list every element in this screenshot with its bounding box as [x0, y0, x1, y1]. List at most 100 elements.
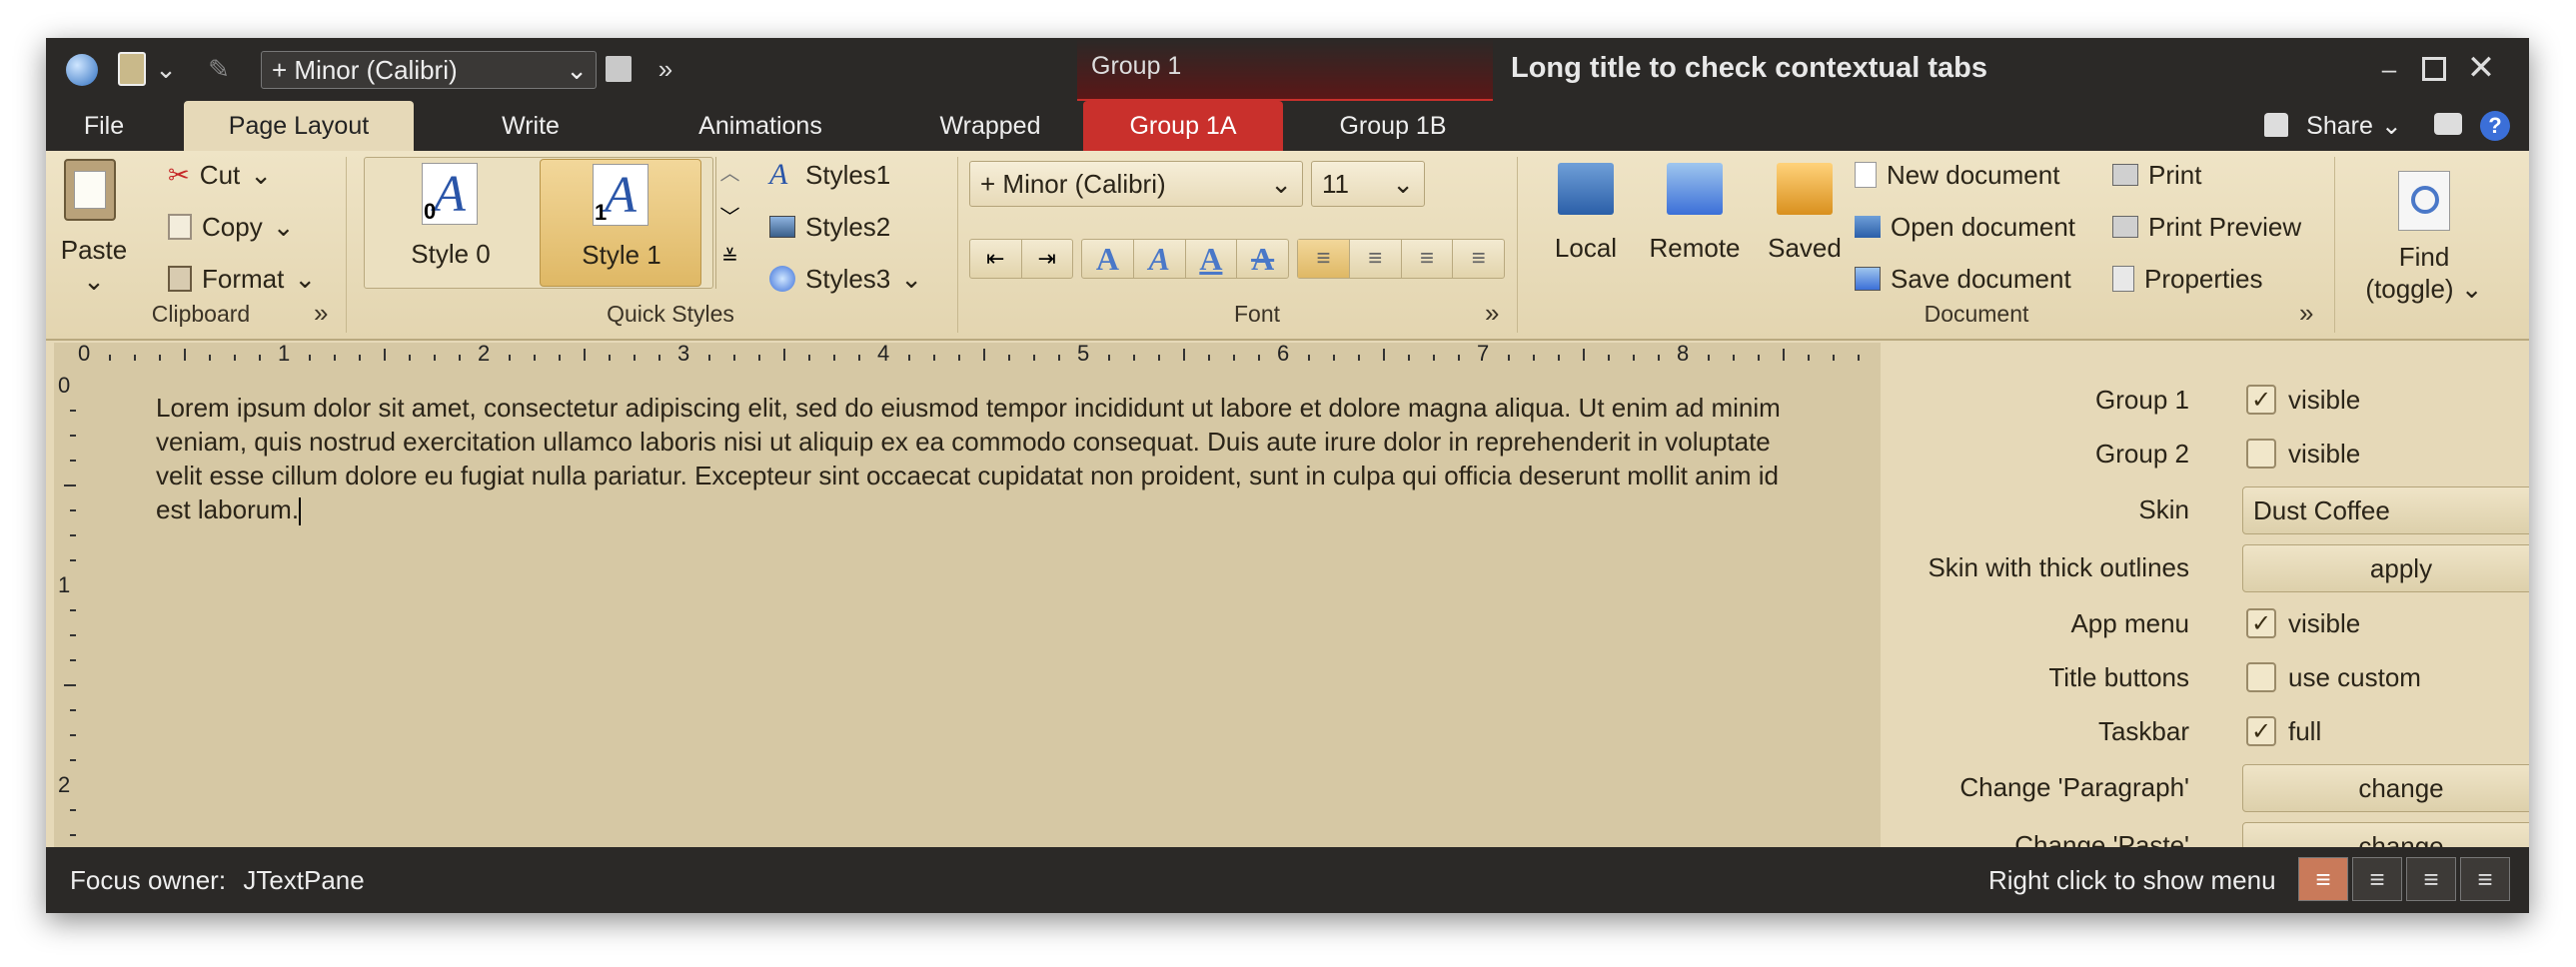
find-toggle-button[interactable]: Find (toggle) ⌄: [2344, 171, 2504, 331]
style-0-label: Style 0: [411, 239, 491, 269]
expand-icon[interactable]: »: [1485, 298, 1499, 329]
ruler-tick: [1058, 355, 1060, 361]
saved-button[interactable]: Saved: [1755, 159, 1855, 299]
properties-label: Properties: [2144, 263, 2263, 294]
italic-icon[interactable]: A: [1134, 240, 1186, 278]
styles2-button[interactable]: Styles2: [769, 209, 890, 245]
skin-select-value: Dust Coffee: [2253, 494, 2390, 525]
document-text[interactable]: Lorem ipsum dolor sit amet, consectetur …: [156, 391, 1795, 526]
open-document-button[interactable]: Open document: [1855, 209, 2075, 245]
context-group-header: Group 1: [1077, 38, 1493, 101]
close-icon[interactable]: ✕: [2464, 49, 2498, 87]
align-left-icon[interactable]: ≡: [2298, 857, 2348, 901]
scroll-down-icon[interactable]: ﹀: [716, 201, 743, 245]
tab-file[interactable]: File: [60, 101, 148, 151]
maximize-icon[interactable]: [2422, 57, 2446, 81]
brush-icon[interactable]: ✎: [206, 52, 232, 86]
styles1-button[interactable]: A Styles1: [769, 157, 890, 193]
print-preview-button[interactable]: Print Preview: [2112, 209, 2301, 245]
search-icon[interactable]: [606, 56, 632, 82]
styles2-label: Styles2: [805, 211, 891, 242]
apply-button[interactable]: apply: [2242, 544, 2529, 592]
tab-animations[interactable]: Animations: [645, 101, 875, 151]
align-justify-icon[interactable]: ≡: [2460, 857, 2510, 901]
group2-checkbox-label: visible: [2288, 439, 2361, 469]
align-right-icon[interactable]: ≡: [2406, 857, 2456, 901]
tab-label: Wrapped: [939, 111, 1041, 140]
print-label: Print: [2148, 159, 2202, 190]
ruler-tick: [1008, 355, 1010, 361]
print-button[interactable]: Print: [2112, 157, 2201, 193]
style-1-button[interactable]: A 1 Style 1: [540, 159, 701, 287]
indent-decrease-icon[interactable]: ⇤: [970, 240, 1022, 278]
remote-button[interactable]: Remote: [1635, 159, 1755, 299]
paste-button[interactable]: Paste ⌄: [58, 235, 130, 297]
underline-icon[interactable]: A: [1186, 240, 1238, 278]
chevron-down-icon: ⌄: [566, 55, 588, 85]
ruler-tick: [509, 355, 511, 361]
ruler-tick: [1858, 355, 1860, 361]
tab-group-1b[interactable]: Group 1B: [1293, 101, 1493, 151]
align-right-icon[interactable]: ≡: [1402, 240, 1454, 278]
chevron-down-icon: ⌄: [1392, 168, 1414, 199]
title-buttons-checkbox[interactable]: [2246, 662, 2276, 692]
cut-button[interactable]: ✂ Cut ⌄: [168, 157, 272, 193]
strikethrough-icon[interactable]: A: [1237, 240, 1288, 278]
expand-gallery-icon[interactable]: ≚: [716, 245, 743, 289]
align-center-icon[interactable]: ≡: [2352, 857, 2402, 901]
indent-increase-icon[interactable]: ⇥: [1022, 240, 1073, 278]
local-button[interactable]: Local: [1541, 159, 1631, 299]
tab-write[interactable]: Write: [446, 101, 616, 151]
font-combo[interactable]: + Minor (Calibri) ⌄: [261, 51, 597, 89]
styles3-button[interactable]: Styles3 ⌄: [769, 261, 922, 297]
text-editor-pane[interactable]: 0 1 2 3 4 5 6 7 8 0 1 2 Lorem ipsum dolor sit amet…: [54, 341, 1881, 847]
align-center-icon[interactable]: ≡: [1350, 240, 1402, 278]
chevron-down-icon: ⌄: [83, 266, 105, 296]
chevron-down-icon: ⌄: [2460, 274, 2483, 304]
chevron-down-icon: ⌄: [2527, 495, 2529, 526]
tab-wrapped[interactable]: Wrapped: [895, 101, 1085, 151]
app-menu-icon[interactable]: [66, 54, 98, 86]
share-button[interactable]: Share ⌄: [2294, 101, 2414, 151]
chevron-down-icon[interactable]: ⌄: [154, 52, 178, 86]
skin-select[interactable]: Dust Coffee ⌄: [2242, 486, 2529, 534]
comment-icon[interactable]: [2434, 113, 2462, 135]
minimize-icon[interactable]: –: [2374, 52, 2404, 86]
style-0-button[interactable]: A 0 Style 0: [366, 159, 536, 287]
format-button[interactable]: Format ⌄: [168, 261, 316, 297]
copy-button[interactable]: Copy ⌄: [168, 209, 295, 245]
group1-checkbox[interactable]: ✓: [2246, 385, 2276, 415]
chevron-down-icon: ⌄: [1270, 168, 1292, 199]
change-label: change: [2358, 772, 2444, 803]
overflow-icon[interactable]: »: [653, 52, 677, 86]
scroll-up-icon[interactable]: ︿: [716, 157, 743, 201]
tab-group-1a[interactable]: Group 1A: [1083, 101, 1283, 151]
align-left-icon[interactable]: ≡: [1298, 240, 1350, 278]
tab-page-layout[interactable]: Page Layout: [184, 101, 414, 151]
group1-label: Group 1: [2095, 385, 2189, 415]
help-icon[interactable]: ?: [2480, 111, 2510, 141]
style-1-label: Style 1: [582, 240, 661, 270]
ruler-tick: [234, 355, 236, 361]
app-menu-label: App menu: [2070, 608, 2189, 638]
ruler-tick: [609, 355, 611, 361]
expand-icon[interactable]: »: [314, 298, 328, 329]
bold-icon[interactable]: A: [1082, 240, 1134, 278]
new-document-button[interactable]: New document: [1855, 157, 2059, 193]
properties-button[interactable]: Properties: [2112, 261, 2263, 297]
group2-checkbox[interactable]: [2246, 439, 2276, 469]
ruler-tick: [184, 349, 186, 361]
font-family-combo[interactable]: + Minor (Calibri) ⌄: [969, 161, 1303, 207]
change-paragraph-button[interactable]: change: [2242, 764, 2529, 812]
save-document-button[interactable]: Save document: [1855, 261, 2071, 297]
align-justify-icon[interactable]: ≡: [1453, 240, 1504, 278]
clipboard-icon[interactable]: [118, 52, 146, 86]
ruler-tick: [534, 355, 536, 361]
ruler-label: 8: [1677, 341, 1690, 366]
style-icon: A: [769, 158, 788, 191]
font-size-combo[interactable]: 11 ⌄: [1311, 161, 1425, 207]
group-separator: [2334, 157, 2335, 333]
taskbar-checkbox[interactable]: ✓: [2246, 716, 2276, 746]
expand-icon[interactable]: »: [2299, 298, 2313, 329]
app-menu-checkbox[interactable]: ✓: [2246, 608, 2276, 638]
